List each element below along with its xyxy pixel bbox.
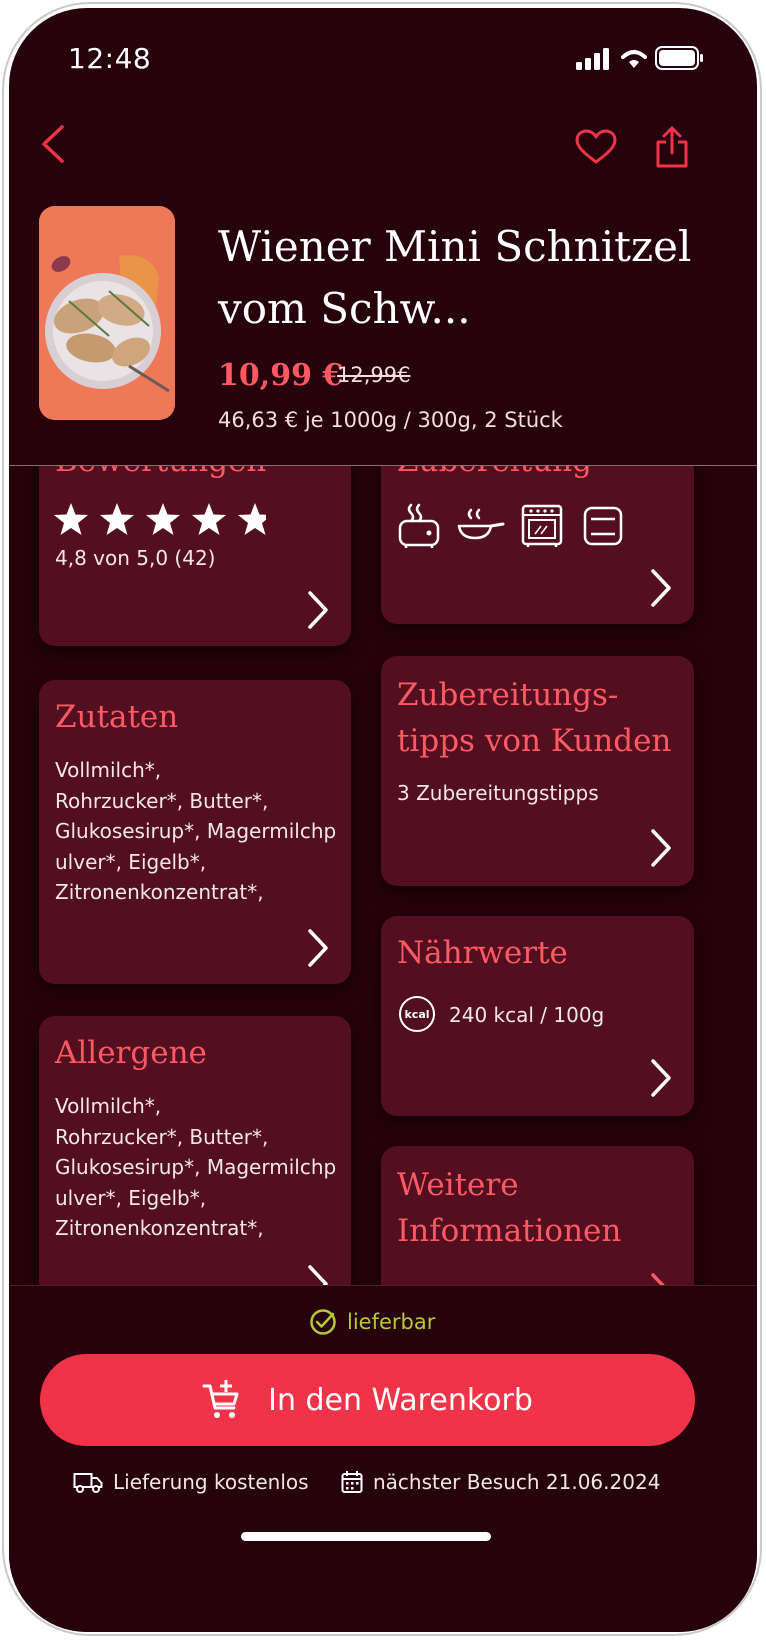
share-icon bbox=[656, 126, 688, 168]
star-icon bbox=[192, 503, 226, 535]
product-detail-cards[interactable]: Bewertungen 4,8 von 5,0 (42) Zubereitung bbox=[9, 466, 757, 1286]
star-icon bbox=[238, 503, 266, 535]
customer-tips-card[interactable]: Zubereitungs- tipps von Kunden 3 Zuberei… bbox=[381, 656, 694, 886]
nutrition-value: 240 kcal / 100g bbox=[449, 1003, 605, 1027]
home-indicator[interactable] bbox=[241, 1532, 491, 1541]
more-info-title-line: Weitere bbox=[397, 1167, 519, 1203]
allergens-text: Vollmilch*, Rohrzucker*, Butter*, Glukos… bbox=[55, 1091, 336, 1244]
cart-add-icon bbox=[202, 1380, 239, 1418]
ingredients-line: ulver*, Eigelb*, bbox=[55, 849, 207, 874]
allergens-line: Rohrzucker*, Butter*, bbox=[55, 1124, 269, 1149]
more-info-card-title: Weitere Informationen bbox=[397, 1162, 621, 1254]
product-old-price: 12,99€ bbox=[337, 363, 411, 387]
customer-tips-title-line: Zubereitungs- bbox=[397, 677, 619, 713]
customer-tips-title-line: tipps von Kunden bbox=[397, 723, 672, 759]
ratings-card-title: Bewertungen bbox=[55, 466, 266, 484]
kcal-icon: kcal bbox=[399, 996, 435, 1032]
allergens-line: Vollmilch*, bbox=[55, 1094, 162, 1118]
allergens-line: ulver*, Eigelb*, bbox=[55, 1185, 207, 1210]
signal-icon bbox=[576, 48, 609, 70]
chevron-right-icon bbox=[651, 1273, 666, 1286]
ingredients-line: Glukosesirup*, Magermilchp bbox=[55, 819, 337, 844]
product-title: Wiener Mini Schnitzel vom Schw... bbox=[218, 222, 692, 333]
bottom-divider bbox=[9, 1285, 757, 1286]
availability-label: lieferbar bbox=[347, 1310, 436, 1334]
rating-stars bbox=[53, 502, 273, 536]
star-icon bbox=[54, 503, 88, 535]
oven-icon bbox=[521, 504, 563, 547]
heart-icon bbox=[575, 129, 617, 164]
chevron-right-icon bbox=[651, 829, 671, 867]
product-price: 10,99 € bbox=[218, 358, 344, 393]
nutrition-card-title: Nährwerte bbox=[397, 935, 568, 971]
chevron-right-icon bbox=[651, 569, 671, 607]
product-image bbox=[39, 206, 175, 420]
share-button[interactable] bbox=[649, 122, 695, 172]
chevron-right-icon bbox=[651, 1059, 671, 1097]
ratings-card[interactable]: Bewertungen 4,8 von 5,0 (42) bbox=[39, 466, 351, 646]
next-visit-label: nächster Besuch 21.06.2024 bbox=[373, 1470, 661, 1494]
star-icon bbox=[146, 503, 180, 535]
back-button[interactable] bbox=[29, 120, 77, 168]
allergens-card[interactable]: Allergene Vollmilch*, Rohrzucker*, Butte… bbox=[39, 1016, 351, 1286]
status-time: 12:48 bbox=[68, 42, 152, 75]
delivery-info: Lieferung kostenlos bbox=[73, 1470, 309, 1494]
add-to-cart-button[interactable]: In den Warenkorb bbox=[40, 1354, 695, 1446]
more-info-card[interactable]: Weitere Informationen bbox=[381, 1146, 694, 1286]
bottom-bar bbox=[9, 1286, 757, 1632]
screen: 12:48 Wiener Mini Schnitzel vom Schw... … bbox=[9, 8, 757, 1632]
microwave-icon bbox=[583, 506, 623, 546]
check-circle-icon bbox=[310, 1309, 336, 1335]
chevron-right-icon bbox=[308, 591, 328, 629]
delivery-label: Lieferung kostenlos bbox=[113, 1470, 309, 1494]
customer-tips-card-title: Zubereitungs- tipps von Kunden bbox=[397, 672, 671, 764]
customer-tips-count: 3 Zubereitungstipps bbox=[397, 781, 599, 805]
battery-icon bbox=[655, 46, 703, 70]
chevron-left-icon bbox=[42, 125, 64, 163]
wifi-icon bbox=[621, 50, 647, 68]
star-icon bbox=[100, 503, 134, 535]
chevron-right-icon bbox=[308, 929, 328, 967]
preparation-card[interactable]: Zubereitung bbox=[381, 466, 694, 624]
add-to-cart-label: In den Warenkorb bbox=[268, 1382, 533, 1418]
ingredients-line: Rohrzucker*, Butter*, bbox=[55, 788, 269, 813]
allergens-line: Glukosesirup*, Magermilchp bbox=[55, 1155, 337, 1180]
ingredients-text: Vollmilch*, Rohrzucker*, Butter*, Glukos… bbox=[55, 755, 336, 908]
next-visit-info: nächster Besuch 21.06.2024 bbox=[341, 1470, 660, 1494]
ingredients-line: Vollmilch*, bbox=[55, 758, 162, 782]
ingredients-card-title: Zutaten bbox=[55, 699, 179, 735]
ratings-summary: 4,8 von 5,0 (42) bbox=[55, 546, 216, 570]
toaster-icon bbox=[398, 503, 440, 548]
ingredients-line: Zitronenkonzentrat*, bbox=[55, 880, 264, 905]
availability-status: lieferbar bbox=[309, 1308, 435, 1336]
product-unit-price: 46,63 € je 1000g / 300g, 2 Stück bbox=[218, 408, 563, 432]
favorite-button[interactable] bbox=[573, 124, 619, 170]
calendar-icon bbox=[341, 1471, 363, 1493]
truck-icon bbox=[73, 1473, 103, 1493]
pan-icon bbox=[457, 508, 505, 540]
allergens-card-title: Allergene bbox=[55, 1035, 207, 1071]
preparation-card-title: Zubereitung bbox=[397, 466, 592, 484]
allergens-line: Zitronenkonzentrat*, bbox=[55, 1216, 264, 1241]
ingredients-card[interactable]: Zutaten Vollmilch*, Rohrzucker*, Butter*… bbox=[39, 680, 351, 984]
more-info-title-line: Informationen bbox=[397, 1213, 622, 1249]
chevron-right-icon bbox=[308, 1265, 328, 1286]
nutrition-card[interactable]: Nährwerte kcal 240 kcal / 100g bbox=[381, 916, 694, 1116]
schnitzel-plate-illustration bbox=[39, 206, 175, 420]
